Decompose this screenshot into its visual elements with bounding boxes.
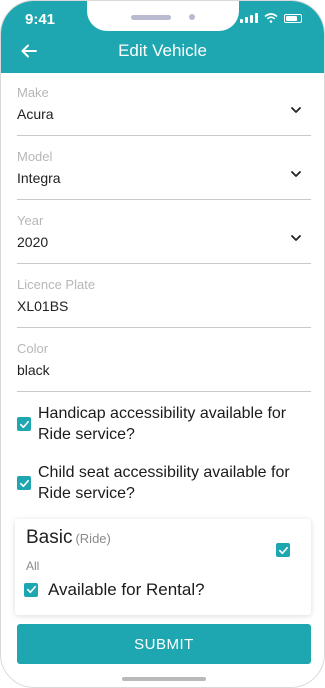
year-label: Year — [17, 213, 44, 228]
handicap-checkbox[interactable] — [17, 417, 31, 431]
wifi-icon — [264, 13, 278, 23]
device-notch — [87, 1, 239, 31]
year-select[interactable]: Year 2020 — [17, 213, 311, 277]
child-seat-label: Child seat accessibility available for R… — [38, 464, 290, 502]
field-underline — [17, 327, 311, 328]
licence-plate-label: Licence Plate — [17, 277, 96, 292]
licence-plate-value[interactable]: XL01BS — [17, 298, 68, 314]
rental-label: Available for Rental? — [48, 580, 205, 599]
status-icons — [240, 13, 302, 23]
battery-icon — [284, 14, 302, 23]
service-type: (Ride) — [75, 531, 111, 546]
model-label: Model — [17, 149, 53, 164]
rental-checkbox[interactable] — [24, 582, 38, 597]
app-header: 9:41 Edit Vehicle — [1, 1, 324, 73]
make-select[interactable]: Make Acura — [17, 85, 311, 149]
status-time: 9:41 — [25, 11, 56, 28]
checkmark-icon — [19, 420, 29, 428]
model-value: Integra — [17, 170, 61, 186]
service-card[interactable]: Basic (Ride) All Available for Rental? — [15, 519, 311, 615]
checkmark-icon — [26, 585, 36, 594]
service-title: Basic (Ride) — [26, 527, 111, 549]
model-select[interactable]: Model Integra — [17, 149, 311, 213]
signal-icon — [240, 13, 258, 23]
field-underline — [17, 263, 311, 264]
year-value: 2020 — [17, 234, 49, 250]
chevron-down-icon[interactable] — [289, 167, 303, 181]
make-label: Make — [17, 85, 49, 100]
make-value: Acura — [17, 106, 54, 122]
checkmark-icon — [19, 479, 29, 487]
home-indicator — [122, 677, 206, 681]
field-underline — [17, 391, 311, 392]
submit-button[interactable]: SUBMIT — [17, 624, 311, 664]
color-field[interactable]: Color black — [17, 341, 311, 405]
child-seat-option[interactable]: Child seat accessibility available for R… — [17, 462, 313, 504]
page-title: Edit Vehicle — [118, 41, 207, 60]
child-seat-checkbox[interactable] — [17, 476, 31, 490]
speaker-icon — [131, 15, 171, 20]
color-value[interactable]: black — [17, 362, 50, 378]
handicap-label: Handicap accessibility available for Rid… — [38, 405, 287, 443]
service-select-checkbox[interactable] — [276, 543, 290, 557]
color-label: Color — [17, 341, 49, 356]
phone-frame: 9:41 Edit Vehicle Make Acura Model Integ… — [0, 0, 325, 688]
field-underline — [17, 199, 311, 200]
camera-icon — [189, 14, 195, 20]
chevron-down-icon[interactable] — [289, 231, 303, 245]
field-underline — [17, 135, 311, 136]
handicap-option[interactable]: Handicap accessibility available for Rid… — [17, 403, 313, 445]
checkmark-icon — [278, 546, 288, 554]
service-subtitle: All — [26, 559, 40, 573]
rental-option[interactable]: Available for Rental? — [24, 579, 205, 600]
chevron-down-icon[interactable] — [289, 103, 303, 117]
service-name: Basic — [26, 527, 73, 548]
licence-plate-field[interactable]: Licence Plate XL01BS — [17, 277, 311, 341]
